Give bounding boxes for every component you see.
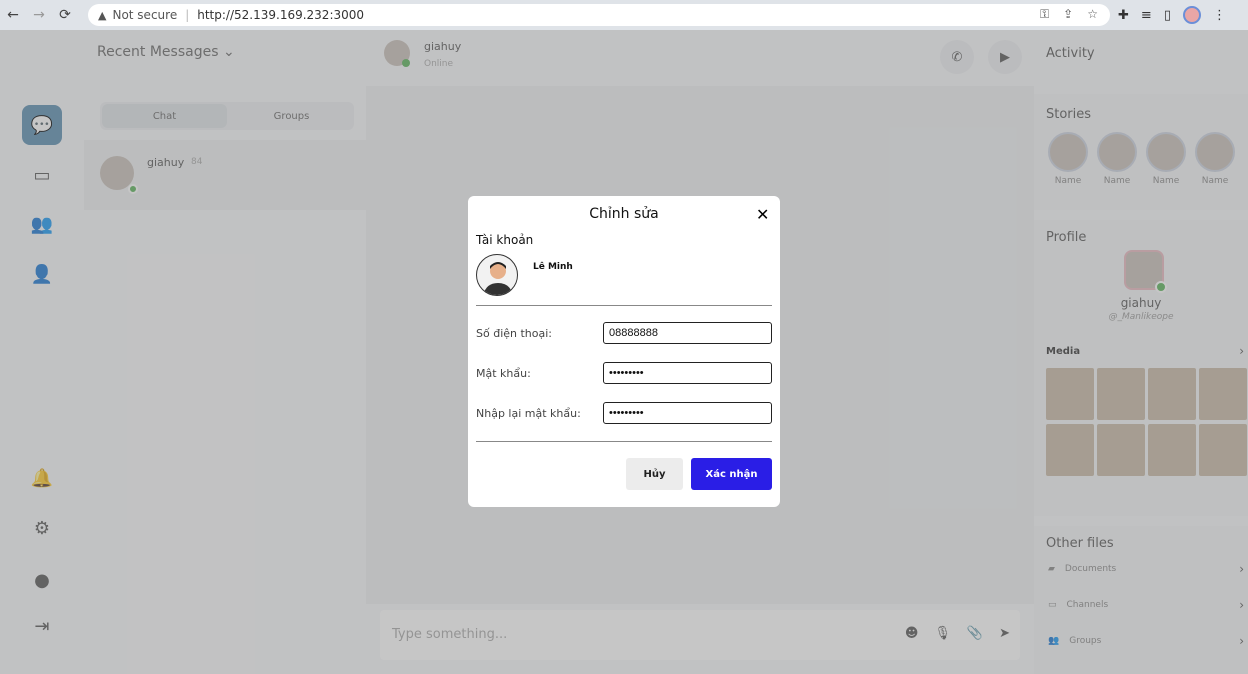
reload-button[interactable]: ⟳ [52, 0, 78, 30]
close-icon[interactable]: ✕ [756, 205, 769, 224]
address-bar[interactable]: ▲ Not secure | http://52.139.169.232:300… [88, 4, 1110, 26]
share-icon[interactable]: ⇪ [1063, 7, 1073, 22]
confirm-password-label: Nhập lại mật khẩu: [476, 407, 581, 420]
user-avatar-icon [483, 262, 513, 295]
phone-input[interactable] [603, 322, 772, 344]
password-input[interactable] [603, 362, 772, 384]
divider [476, 305, 772, 306]
star-icon[interactable]: ☆ [1087, 7, 1098, 22]
media-control-icon[interactable]: ≡ [1141, 8, 1152, 23]
user-name: Lê Minh [533, 262, 573, 272]
extensions-icon[interactable]: ✚ [1118, 8, 1129, 23]
warning-icon: ▲ [98, 8, 107, 22]
modal-title: Chỉnh sửa [589, 206, 659, 222]
back-button[interactable]: ← [0, 0, 26, 30]
confirm-button[interactable]: Xác nhận [691, 458, 772, 490]
edit-account-modal: Chỉnh sửa ✕ Tài khoản Lê Minh Số điện th… [468, 196, 780, 507]
cancel-button[interactable]: Hủy [626, 458, 683, 490]
address-separator: | [185, 8, 190, 22]
phone-label: Số điện thoại: [476, 327, 553, 340]
security-label: Not secure [112, 8, 178, 22]
sidepanel-icon[interactable]: ▯ [1164, 8, 1171, 23]
confirm-password-input[interactable] [603, 402, 772, 424]
browser-toolbar: ← → ⟳ ▲ Not secure | http://52.139.169.2… [0, 0, 1248, 30]
avatar [476, 254, 518, 296]
account-label: Tài khoản [476, 233, 534, 247]
profile-avatar-icon[interactable] [1182, 6, 1201, 24]
divider [476, 441, 772, 442]
url-text: http://52.139.169.232:3000 [197, 8, 365, 22]
forward-button[interactable]: → [26, 0, 52, 30]
menu-icon[interactable]: ⋮ [1213, 8, 1226, 23]
password-label: Mật khẩu: [476, 367, 531, 380]
key-icon[interactable]: ⚿ [1040, 7, 1049, 22]
